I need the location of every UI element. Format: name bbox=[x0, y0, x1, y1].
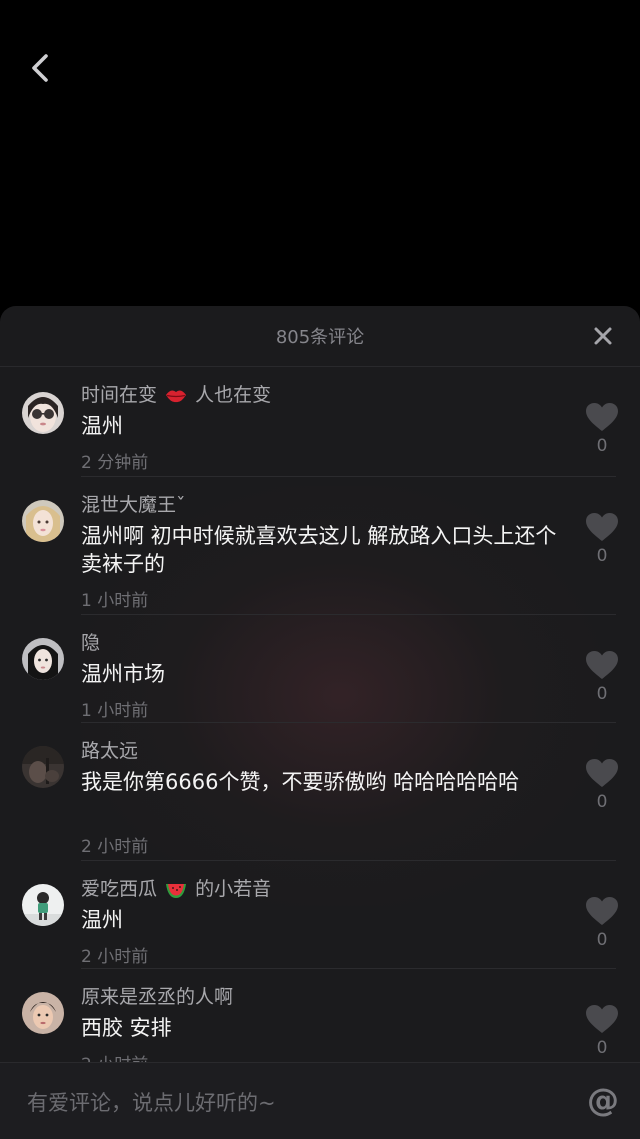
comment-time: 2 分钟前 bbox=[81, 453, 149, 473]
lips-emoji-icon bbox=[166, 390, 187, 402]
comment-input[interactable]: 有爱评论，说点儿好听的~ bbox=[27, 1087, 276, 1117]
like-button[interactable] bbox=[585, 402, 619, 432]
heart-icon bbox=[586, 513, 618, 541]
comment-author[interactable]: 爱吃西瓜 的小若音 bbox=[81, 874, 271, 901]
like-count: 0 bbox=[596, 684, 608, 704]
comment-item[interactable]: 路太远 我是你第6666个赞，不要骄傲哟 哈哈哈哈哈哈 2 小时前 0 bbox=[0, 728, 640, 860]
comment-text: 温州 bbox=[81, 908, 123, 932]
like-button[interactable] bbox=[585, 650, 619, 680]
comment-item[interactable]: 混世大魔王ˇ 温州啊 初中时候就喜欢去这儿 解放路入口头上还个卖袜子的 1 小时… bbox=[0, 482, 640, 614]
avatar-boy-icon bbox=[22, 992, 64, 1034]
comment-divider bbox=[81, 614, 616, 615]
like-count: 0 bbox=[596, 792, 608, 812]
comment-divider bbox=[81, 968, 616, 969]
comment-item[interactable]: 爱吃西瓜 的小若音 温州 2 小时前 0 bbox=[0, 866, 640, 968]
avatar-child-icon bbox=[22, 884, 64, 926]
like-count: 0 bbox=[596, 930, 608, 950]
avatar[interactable] bbox=[22, 746, 64, 788]
avatar[interactable] bbox=[22, 392, 64, 434]
like-button[interactable] bbox=[585, 1004, 619, 1034]
comment-item[interactable]: 时间在变 人也在变 温州 2 分钟前 0 bbox=[0, 372, 640, 476]
comment-author[interactable]: 混世大魔王ˇ bbox=[81, 490, 186, 517]
like-count: 0 bbox=[596, 1038, 608, 1058]
comment-time: 1 小时前 bbox=[81, 701, 149, 721]
avatar-girl-sunglasses-icon bbox=[22, 392, 64, 434]
comment-text: 温州 bbox=[81, 414, 123, 438]
comment-time: 2 小时前 bbox=[81, 837, 149, 857]
comment-divider bbox=[81, 722, 616, 723]
like-button[interactable] bbox=[585, 896, 619, 926]
like-button[interactable] bbox=[585, 512, 619, 542]
like-count: 0 bbox=[596, 436, 608, 456]
avatar[interactable] bbox=[22, 500, 64, 542]
heart-icon bbox=[586, 759, 618, 787]
comment-time: 2 小时前 bbox=[81, 947, 149, 967]
comment-author[interactable]: 隐 bbox=[81, 628, 100, 655]
header-divider bbox=[0, 366, 640, 367]
comment-item[interactable]: 隐 温州市场 1 小时前 0 bbox=[0, 620, 640, 722]
chevron-left-icon bbox=[32, 54, 48, 82]
comment-text: 温州啊 初中时候就喜欢去这儿 解放路入口头上还个卖袜子的 bbox=[81, 524, 557, 576]
comment-divider bbox=[81, 860, 616, 861]
comment-text: 温州市场 bbox=[81, 662, 165, 686]
like-count: 0 bbox=[596, 546, 608, 566]
comment-text: 我是你第6666个赞，不要骄傲哟 哈哈哈哈哈哈 bbox=[81, 770, 520, 794]
avatar[interactable] bbox=[22, 992, 64, 1034]
comment-text: 西胶 安排 bbox=[81, 1016, 172, 1040]
comment-time: 1 小时前 bbox=[81, 591, 149, 611]
avatar-girl-blonde-icon bbox=[22, 500, 64, 542]
mention-button[interactable]: @ bbox=[586, 1082, 620, 1118]
comment-author[interactable]: 原来是丞丞的人啊 bbox=[81, 982, 233, 1009]
heart-icon bbox=[586, 403, 618, 431]
comment-input-bar: 有爱评论，说点儿好听的~ @ bbox=[0, 1062, 640, 1139]
comment-author[interactable]: 路太远 bbox=[81, 736, 138, 763]
comment-author[interactable]: 时间在变 人也在变 bbox=[81, 380, 271, 407]
like-button[interactable] bbox=[585, 758, 619, 788]
heart-icon bbox=[586, 897, 618, 925]
close-icon bbox=[594, 327, 612, 345]
close-button[interactable] bbox=[588, 321, 618, 351]
avatar[interactable] bbox=[22, 638, 64, 680]
back-button[interactable] bbox=[22, 48, 58, 88]
heart-icon bbox=[586, 651, 618, 679]
comment-count: 805条评论 bbox=[275, 327, 365, 348]
comments-header: 805条评论 bbox=[0, 306, 640, 366]
avatar-girl-dark-hair-icon bbox=[22, 638, 64, 680]
comments-sheet: 805条评论 时间在变 人也在变 温州 2 分钟前 0 混世大魔王ˇ 温州啊 初… bbox=[0, 306, 640, 1138]
video-area bbox=[0, 0, 640, 306]
heart-icon bbox=[586, 1005, 618, 1033]
avatar[interactable] bbox=[22, 884, 64, 926]
avatar-dark-scene-icon bbox=[22, 746, 64, 788]
comment-divider bbox=[81, 476, 616, 477]
watermelon-emoji-icon bbox=[166, 883, 187, 898]
